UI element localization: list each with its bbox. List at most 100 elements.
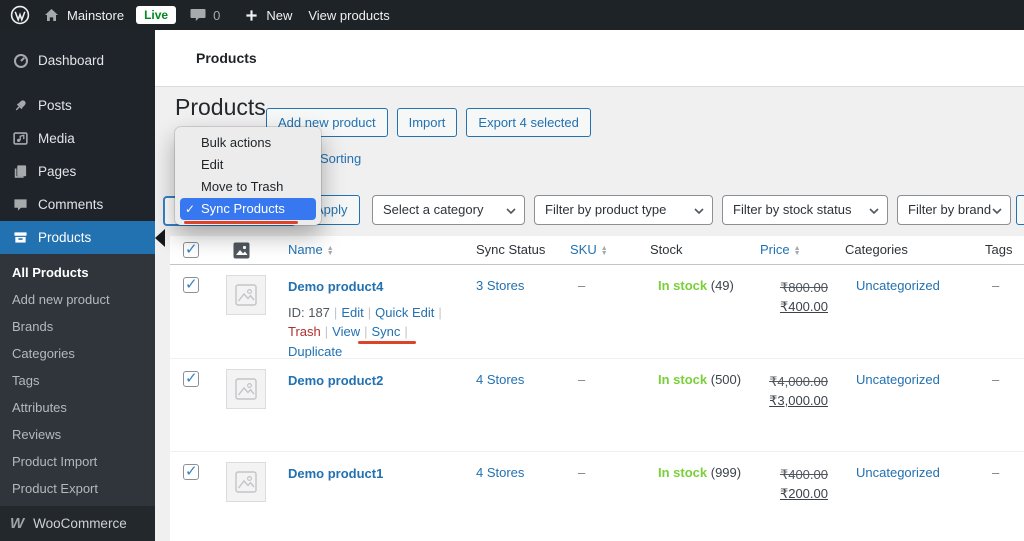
chevron-down-icon (506, 208, 516, 214)
category-link[interactable]: Uncategorized (856, 278, 940, 293)
submenu-reviews[interactable]: Reviews (0, 421, 155, 448)
sale-price: ₹400.00 (779, 299, 828, 314)
category-filter-value: Select a category (383, 202, 484, 217)
submenu-product-export[interactable]: Product Export (0, 475, 155, 502)
sidebar-item-products[interactable]: Products (0, 221, 155, 254)
stock-cell: In stock (999) (658, 465, 741, 480)
chevron-down-icon (694, 208, 704, 214)
in-stock-label: In stock (658, 465, 708, 480)
sync-status-link[interactable]: 4 Stores (476, 465, 524, 480)
column-header-stock: Stock (650, 242, 683, 257)
trash-link[interactable]: Trash (288, 324, 321, 339)
select-all-checkbox[interactable]: ✓ (183, 241, 199, 261)
submenu-tags[interactable]: Tags (0, 367, 155, 394)
sorting-link[interactable]: Sorting (320, 151, 361, 166)
sidebar-item-media[interactable]: Media (0, 122, 155, 155)
row-checkbox[interactable]: ✓ (183, 276, 199, 296)
duplicate-link[interactable]: Duplicate (288, 344, 342, 359)
table-row: ✓ Demo product4 ID: 187 | Edit | Quick Edit |… (170, 265, 1024, 359)
product-type-filter-select[interactable]: Filter by product type (534, 195, 713, 225)
column-header-name[interactable]: Name ▲ ▼ (288, 242, 334, 257)
plus-icon[interactable] (245, 9, 258, 22)
comments-icon (12, 198, 29, 212)
quick-edit-link[interactable]: Quick Edit (375, 305, 434, 320)
products-icon (12, 230, 29, 245)
new-menu-link[interactable]: New (266, 8, 292, 23)
row-checkbox[interactable]: ✓ (183, 370, 199, 390)
chevron-down-icon (992, 208, 1002, 214)
column-header-sku[interactable]: SKU ▲ ▼ (570, 242, 608, 257)
bulk-option-edit[interactable]: Edit (180, 154, 316, 176)
site-name-link[interactable]: Mainstore (67, 8, 124, 23)
sort-arrows-icon: ▲ ▼ (600, 244, 608, 257)
sync-status-link[interactable]: 3 Stores (476, 278, 524, 293)
sku-value: – (578, 278, 586, 293)
comment-count[interactable]: 0 (213, 8, 220, 23)
edit-link[interactable]: Edit (341, 305, 363, 320)
tags-value: – (992, 278, 1000, 293)
stock-cell: In stock (49) (658, 278, 734, 293)
media-icon (12, 131, 29, 146)
brand-filter-value: Filter by brand (908, 202, 992, 217)
sidebar-label: Pages (38, 164, 77, 179)
import-button[interactable]: Import (396, 108, 458, 137)
submenu-attributes[interactable]: Attributes (0, 394, 155, 421)
view-link[interactable]: View (332, 324, 360, 339)
admin-top-bar: Mainstore Live 0 New View products (0, 0, 1024, 30)
dashboard-icon (12, 53, 29, 69)
home-icon[interactable] (44, 8, 59, 22)
regular-price: ₹4,000.00 (769, 374, 828, 389)
column-header-sync-status: Sync Status (476, 242, 546, 257)
price-cell: ₹4,000.00 ₹3,000.00 (730, 372, 828, 410)
content-bar-title: Products (196, 50, 257, 66)
submenu-brands[interactable]: Brands (0, 313, 155, 340)
bulk-option-sync-products[interactable]: ✓ Sync Products (180, 198, 316, 224)
check-icon: ✓ (185, 276, 198, 293)
row-checkbox[interactable]: ✓ (183, 463, 199, 483)
row-actions: ID: 187 | Edit | Quick Edit | Trash | View | Sync… (288, 304, 442, 359)
brand-filter-select[interactable]: Filter by brand (897, 195, 1011, 225)
bulk-option-move-to-trash[interactable]: Move to Trash (180, 176, 316, 198)
sync-link[interactable]: Sync (371, 324, 400, 339)
product-name-link[interactable]: Demo product2 (288, 373, 383, 388)
product-thumbnail (226, 275, 266, 315)
product-name-link[interactable]: Demo product1 (288, 466, 383, 481)
submenu-categories[interactable]: Categories (0, 340, 155, 367)
submenu-product-import[interactable]: Product Import (0, 448, 155, 475)
sidebar-label: Media (38, 131, 75, 146)
sidebar-item-woocommerce[interactable]: W WooCommerce (0, 506, 155, 541)
stock-status-filter-select[interactable]: Filter by stock status (722, 195, 888, 225)
bulk-option-bulk-actions[interactable]: Bulk actions (180, 132, 316, 154)
sync-status-link[interactable]: 4 Stores (476, 372, 524, 387)
category-link[interactable]: Uncategorized (856, 465, 940, 480)
products-submenu: All Products Add new product Brands Cate… (0, 254, 155, 506)
wordpress-logo-icon[interactable] (10, 5, 30, 25)
check-icon: ✓ (185, 202, 196, 216)
regular-price: ₹400.00 (779, 467, 828, 482)
product-type-filter-value: Filter by product type (545, 202, 667, 217)
column-header-price[interactable]: Price ▲ ▼ (760, 242, 801, 257)
in-stock-label: In stock (658, 372, 708, 387)
comment-bubble-icon[interactable] (190, 8, 206, 22)
posts-icon (12, 98, 29, 113)
sidebar-item-pages[interactable]: Pages (0, 155, 155, 188)
chevron-down-icon (869, 208, 879, 214)
sidebar-item-dashboard[interactable]: Dashboard (0, 44, 155, 77)
stock-status-filter-value: Filter by stock status (733, 202, 852, 217)
sidebar-item-comments[interactable]: Comments (0, 188, 155, 221)
submenu-all-products[interactable]: All Products (0, 259, 155, 286)
category-filter-select[interactable]: Select a category (372, 195, 525, 225)
in-stock-label: In stock (658, 278, 708, 293)
product-name-link[interactable]: Demo product4 (288, 279, 383, 294)
sidebar-item-posts[interactable]: Posts (0, 89, 155, 122)
sku-value: – (578, 372, 586, 387)
image-placeholder-icon (235, 378, 257, 400)
export-selected-button[interactable]: Export 4 selected (466, 108, 591, 137)
view-products-link[interactable]: View products (308, 8, 389, 23)
sidebar-label: Posts (38, 98, 72, 113)
tags-value: – (992, 465, 1000, 480)
sync-link-annotation: Sync | (371, 324, 411, 339)
filter-button-partial[interactable] (1016, 195, 1024, 225)
category-link[interactable]: Uncategorized (856, 372, 940, 387)
submenu-add-new-product[interactable]: Add new product (0, 286, 155, 313)
